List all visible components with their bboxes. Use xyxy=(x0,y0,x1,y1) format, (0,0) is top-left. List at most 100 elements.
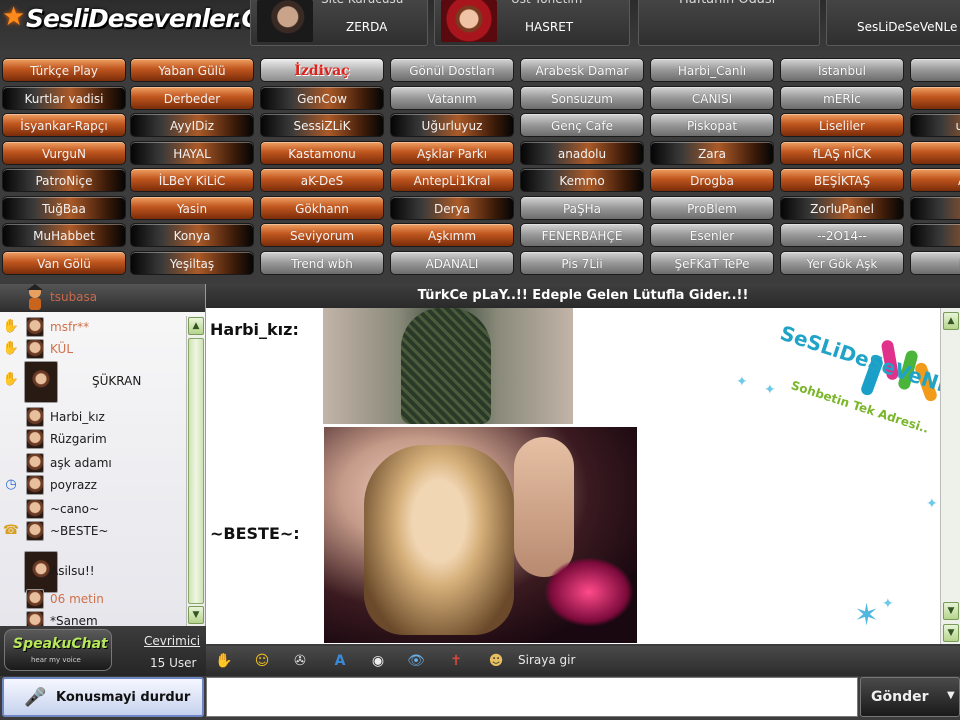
room-button[interactable]: Kemmo xyxy=(520,168,644,192)
room-of-week-card[interactable]: Haftanın Odası xyxy=(638,0,820,46)
room-button[interactable]: İzdivaç xyxy=(260,58,384,82)
room-button[interactable]: Piskopat xyxy=(650,113,774,137)
room-button[interactable]: Kastamonu xyxy=(260,141,384,165)
room-button[interactable]: İsyankar-Rapçı xyxy=(2,113,126,137)
film-icon[interactable]: ✇ xyxy=(290,651,310,671)
message-image[interactable] xyxy=(324,427,637,643)
stop-talking-button[interactable]: 🎤 Konusmayi durdur xyxy=(2,677,204,717)
room-button[interactable]: PatroNiçe xyxy=(2,168,126,192)
room-button[interactable]: F xyxy=(910,196,960,220)
room-button[interactable]: GenCow xyxy=(260,86,384,110)
room-button[interactable]: İLBeY KiLiC xyxy=(130,168,254,192)
smiley-icon[interactable]: ☺ xyxy=(252,651,272,671)
room-button[interactable]: MuHabbet xyxy=(2,223,126,247)
room-button[interactable]: HAYAL xyxy=(130,141,254,165)
room-button[interactable]: BEŞİKTAŞ xyxy=(780,168,904,192)
room-button[interactable]: Seviyorum xyxy=(260,223,384,247)
room-button[interactable]: ADANALI xyxy=(390,251,514,275)
list-item[interactable]: aşk adamı xyxy=(0,452,186,474)
founder-card[interactable]: Site Kurucusu ZERDA xyxy=(250,0,428,46)
room-button[interactable]: Sonsuzum xyxy=(520,86,644,110)
room-button[interactable]: Konya xyxy=(130,223,254,247)
room-button[interactable]: İstanbul xyxy=(780,58,904,82)
list-item[interactable]: Harbi_kız xyxy=(0,406,186,428)
room-button[interactable]: TuğBaa xyxy=(2,196,126,220)
room-button[interactable]: Genç Cafe xyxy=(520,113,644,137)
room-button[interactable]: Derya xyxy=(390,196,514,220)
room-button[interactable]: Vatanım xyxy=(390,86,514,110)
list-item[interactable]: ◷ poyrazz xyxy=(0,474,186,496)
room-button[interactable]: Gönül Dostları xyxy=(390,58,514,82)
list-item[interactable]: 06 metin xyxy=(0,588,186,610)
list-item[interactable]: *Sanem xyxy=(0,610,186,626)
scroll-thumb[interactable] xyxy=(188,338,204,604)
join-queue-link[interactable]: Siraya gir xyxy=(518,653,575,667)
message-input[interactable] xyxy=(206,677,858,717)
list-item[interactable]: ✋ KÜL xyxy=(0,338,186,360)
scroll-down-button[interactable]: ▼ xyxy=(943,624,959,642)
room-button[interactable]: aK-DeS xyxy=(260,168,384,192)
room-button[interactable]: fLAŞ nİCK xyxy=(780,141,904,165)
room-button[interactable]: AyyIDiz xyxy=(130,113,254,137)
room-button[interactable]: Yasin xyxy=(130,196,254,220)
room-button[interactable]: PaŞHa xyxy=(520,196,644,220)
list-item[interactable]: ~cano~ xyxy=(0,498,186,520)
room-button[interactable]: Esenler xyxy=(650,223,774,247)
room-button[interactable]: SessiZLiK xyxy=(260,113,384,137)
room-button[interactable]: VurguN xyxy=(2,141,126,165)
room-button[interactable]: Liseliler xyxy=(780,113,904,137)
room-button[interactable]: AntepLi1Kral xyxy=(390,168,514,192)
message-author[interactable]: Harbi_kız: xyxy=(210,320,299,339)
room-button[interactable]: unive xyxy=(910,113,960,137)
site-card[interactable]: SesLiDeSeVeNLe xyxy=(826,0,960,46)
room-button[interactable]: ŞeFKaT TePe xyxy=(650,251,774,275)
room-button[interactable]: Drogba xyxy=(650,168,774,192)
room-button[interactable]: Arab xyxy=(910,168,960,192)
room-button[interactable]: ProBlem xyxy=(650,196,774,220)
scroll-down-button[interactable]: ▼ xyxy=(943,602,959,620)
scroll-down-button[interactable]: ▼ xyxy=(188,606,204,624)
list-item[interactable]: ☎ ~BESTE~ xyxy=(0,520,186,542)
room-button[interactable]: ZorluPanel xyxy=(780,196,904,220)
room-button[interactable]: Kurtlar vadisi xyxy=(2,86,126,110)
room-button[interactable]: Pis 7Lii xyxy=(520,251,644,275)
room-button[interactable]: Harbi_Canlı xyxy=(650,58,774,82)
room-button[interactable]: Türkçe Play xyxy=(2,58,126,82)
ticket-icon[interactable]: ✝ xyxy=(446,651,466,671)
chat-scrollbar[interactable]: ▲ ▼ ▼ xyxy=(940,308,960,644)
room-button[interactable]: Uğurluyuz xyxy=(390,113,514,137)
room-button[interactable]: Sİo xyxy=(910,58,960,82)
room-button[interactable]: Aşklar Parkı xyxy=(390,141,514,165)
room-button[interactable]: mERİc xyxy=(780,86,904,110)
scroll-up-button[interactable]: ▲ xyxy=(188,317,204,335)
room-button[interactable]: Tök xyxy=(910,141,960,165)
room-button[interactable]: Gökhann xyxy=(260,196,384,220)
room-button[interactable]: Yaban Gülü xyxy=(130,58,254,82)
room-button[interactable]: Ba xyxy=(910,223,960,247)
speaku-logo[interactable]: SpeakuChat hear my voice xyxy=(4,629,112,671)
room-button[interactable]: FENERBAHÇE xyxy=(520,223,644,247)
room-button[interactable]: Trend wbh xyxy=(260,251,384,275)
message-author[interactable]: ~BESTE~: xyxy=(210,524,300,543)
font-icon[interactable]: A xyxy=(330,651,350,671)
online-label[interactable]: Cevrimici xyxy=(144,634,200,648)
room-button[interactable]: anadolu xyxy=(520,141,644,165)
room-button[interactable]: Kl xyxy=(910,86,960,110)
room-button[interactable]: --2O14-- xyxy=(780,223,904,247)
room-button[interactable]: Yeşiltaş xyxy=(130,251,254,275)
room-button[interactable]: CANISI xyxy=(650,86,774,110)
list-item[interactable]: ✋ ŞÜKRAN xyxy=(0,360,186,404)
room-button[interactable]: Yer Gök Aşk xyxy=(780,251,904,275)
camera-icon[interactable]: ◉ xyxy=(368,651,388,671)
user-list-scrollbar[interactable]: ▲ ▼ xyxy=(186,316,204,626)
list-item[interactable]: Rüzgarim xyxy=(0,428,186,450)
list-item[interactable]: ✋ msfr** xyxy=(0,316,186,338)
hand-icon[interactable]: ✋ xyxy=(214,651,234,671)
scroll-up-button[interactable]: ▲ xyxy=(943,312,959,330)
send-button[interactable]: Gönder ▼ xyxy=(860,677,960,717)
room-button[interactable]: Derbeder xyxy=(130,86,254,110)
eye-icon[interactable]: 👁 xyxy=(406,651,426,671)
room-button[interactable]: Kem xyxy=(910,251,960,275)
room-button[interactable]: Arabesk Damar xyxy=(520,58,644,82)
top-admin-card[interactable]: Üst Yönetim HASRET xyxy=(434,0,630,46)
